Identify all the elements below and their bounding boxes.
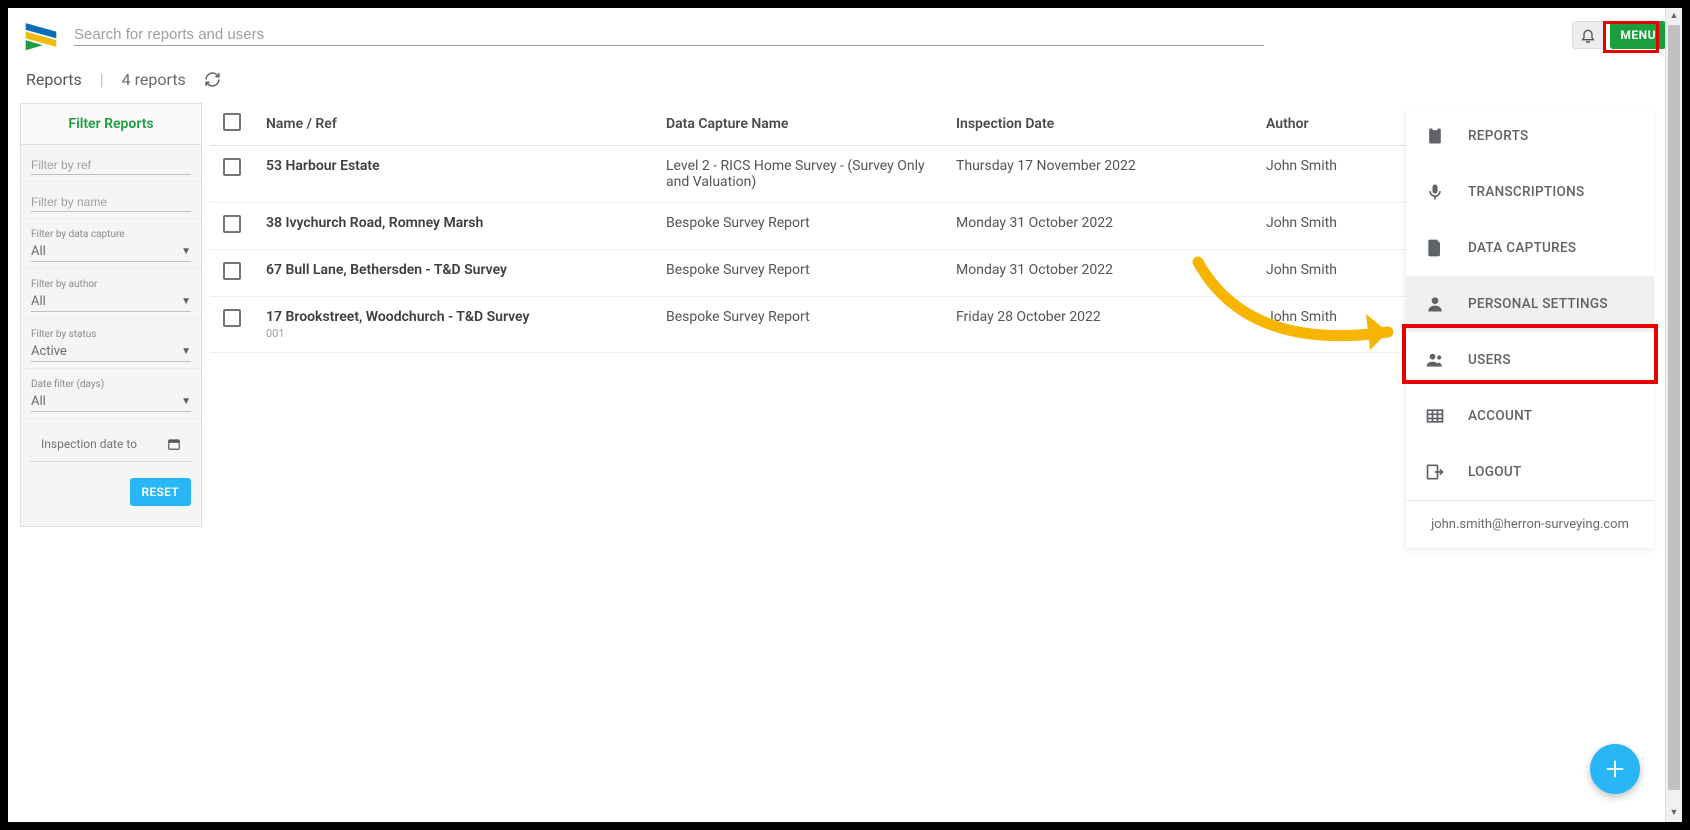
- col-date[interactable]: Inspection Date: [944, 103, 1254, 146]
- search-input[interactable]: [74, 26, 1264, 43]
- menu-item-account[interactable]: ACCOUNT: [1406, 388, 1654, 444]
- menu-item-transcriptions[interactable]: TRANSCRIPTIONS: [1406, 164, 1654, 220]
- row-capture: Bespoke Survey Report: [654, 297, 944, 353]
- menu-item-data-captures[interactable]: DATA CAPTURES: [1406, 220, 1654, 276]
- row-author: John Smith: [1254, 297, 1422, 353]
- notifications-button[interactable]: [1572, 21, 1604, 49]
- row-date: Monday 31 October 2022: [944, 250, 1254, 297]
- chevron-down-icon: ▼: [181, 296, 191, 307]
- add-button[interactable]: [1590, 744, 1640, 794]
- separator: |: [100, 70, 104, 89]
- scroll-thumb[interactable]: [1668, 25, 1680, 790]
- menu-button[interactable]: MENU: [1610, 21, 1666, 49]
- filter-name-input[interactable]: [31, 192, 191, 212]
- menu-item-label: TRANSCRIPTIONS: [1468, 184, 1584, 200]
- row-capture: Bespoke Survey Report: [654, 250, 944, 297]
- table-row[interactable]: 67 Bull Lane, Bethersden - T&D SurveyBes…: [210, 250, 1422, 297]
- vertical-scrollbar[interactable]: [1665, 8, 1682, 822]
- row-checkbox[interactable]: [223, 158, 241, 176]
- col-author[interactable]: Author: [1254, 103, 1422, 146]
- menu-item-label: DATA CAPTURES: [1468, 240, 1576, 256]
- menu-item-reports[interactable]: REPORTS: [1406, 108, 1654, 164]
- filter-date-days-label: Date filter (days): [31, 379, 191, 390]
- menu-item-personal-settings[interactable]: PERSONAL SETTINGS: [1406, 276, 1654, 332]
- row-name: 67 Bull Lane, Bethersden - T&D Survey: [254, 250, 654, 297]
- filter-data-capture-value: All: [31, 244, 46, 259]
- person-icon: [1424, 294, 1446, 314]
- row-author: John Smith: [1254, 250, 1422, 297]
- row-checkbox[interactable]: [223, 309, 241, 327]
- app-logo[interactable]: [24, 18, 58, 52]
- col-capture[interactable]: Data Capture Name: [654, 103, 944, 146]
- chevron-down-icon: ▼: [181, 396, 191, 407]
- table-row[interactable]: 38 Ivychurch Road, Romney MarshBespoke S…: [210, 203, 1422, 250]
- menu-panel: REPORTS TRANSCRIPTIONS DATA CAPTURES PERSON…: [1406, 108, 1654, 548]
- plus-icon: [1604, 758, 1626, 780]
- menu-user-email: john.smith@herron-surveying.com: [1406, 500, 1654, 548]
- row-name: 17 Brookstreet, Woodchurch - T&D Survey0…: [254, 297, 654, 353]
- row-date: Monday 31 October 2022: [944, 203, 1254, 250]
- table-row[interactable]: 17 Brookstreet, Woodchurch - T&D Survey0…: [210, 297, 1422, 353]
- row-name: 53 Harbour Estate: [254, 146, 654, 203]
- menu-item-label: USERS: [1468, 352, 1511, 368]
- filter-inspection-date-label: Inspection date to: [41, 437, 137, 451]
- row-capture: Level 2 - RICS Home Survey - (Survey Onl…: [654, 146, 944, 203]
- filter-status-value: Active: [31, 344, 67, 359]
- reports-table: Name / Ref Data Capture Name Inspection …: [210, 103, 1422, 353]
- menu-item-label: ACCOUNT: [1468, 408, 1532, 424]
- refresh-icon[interactable]: [204, 71, 221, 88]
- filter-inspection-date-to[interactable]: Inspection date to: [31, 427, 191, 462]
- filter-author-value: All: [31, 294, 46, 309]
- filter-data-capture-select[interactable]: All ▼: [31, 242, 191, 262]
- table-row[interactable]: 53 Harbour EstateLevel 2 - RICS Home Sur…: [210, 146, 1422, 203]
- filter-status-label: Filter by status: [31, 329, 191, 340]
- group-icon: [1424, 350, 1446, 370]
- filter-panel: Filter Reports Filter by data capture Al…: [20, 103, 202, 527]
- row-checkbox[interactable]: [223, 215, 241, 233]
- row-checkbox[interactable]: [223, 262, 241, 280]
- calendar-icon: [167, 437, 181, 451]
- menu-item-logout[interactable]: LOGOUT: [1406, 444, 1654, 500]
- menu-item-label: PERSONAL SETTINGS: [1468, 296, 1608, 312]
- logout-icon: [1424, 462, 1446, 482]
- row-ref: 001: [266, 327, 642, 340]
- chevron-down-icon: ▼: [181, 246, 191, 257]
- col-name[interactable]: Name / Ref: [254, 103, 654, 146]
- filter-date-days-select[interactable]: All ▼: [31, 392, 191, 412]
- filter-author-select[interactable]: All ▼: [31, 292, 191, 312]
- menu-item-label: REPORTS: [1468, 128, 1528, 144]
- row-author: John Smith: [1254, 203, 1422, 250]
- search-field-wrap: [74, 24, 1264, 46]
- filter-data-capture-label: Filter by data capture: [31, 229, 191, 240]
- filter-ref-input[interactable]: [31, 155, 191, 175]
- row-date: Thursday 17 November 2022: [944, 146, 1254, 203]
- filter-title: Filter Reports: [21, 104, 201, 145]
- row-capture: Bespoke Survey Report: [654, 203, 944, 250]
- mic-icon: [1424, 182, 1446, 202]
- filter-date-days-value: All: [31, 394, 46, 409]
- filter-author-label: Filter by author: [31, 279, 191, 290]
- menu-item-users[interactable]: USERS: [1406, 332, 1654, 388]
- filter-status-select[interactable]: Active ▼: [31, 342, 191, 362]
- grid-icon: [1424, 406, 1446, 426]
- reports-count: 4 reports: [122, 70, 186, 89]
- menu-item-label: LOGOUT: [1468, 464, 1522, 480]
- select-all-checkbox[interactable]: [223, 113, 241, 131]
- breadcrumb-reports[interactable]: Reports: [26, 70, 82, 89]
- chevron-down-icon: ▼: [181, 346, 191, 357]
- clipboard-icon: [1424, 126, 1446, 146]
- row-author: John Smith: [1254, 146, 1422, 203]
- row-name: 38 Ivychurch Road, Romney Marsh: [254, 203, 654, 250]
- reset-button[interactable]: RESET: [130, 478, 191, 506]
- doc-icon: [1424, 238, 1446, 258]
- row-date: Friday 28 October 2022: [944, 297, 1254, 353]
